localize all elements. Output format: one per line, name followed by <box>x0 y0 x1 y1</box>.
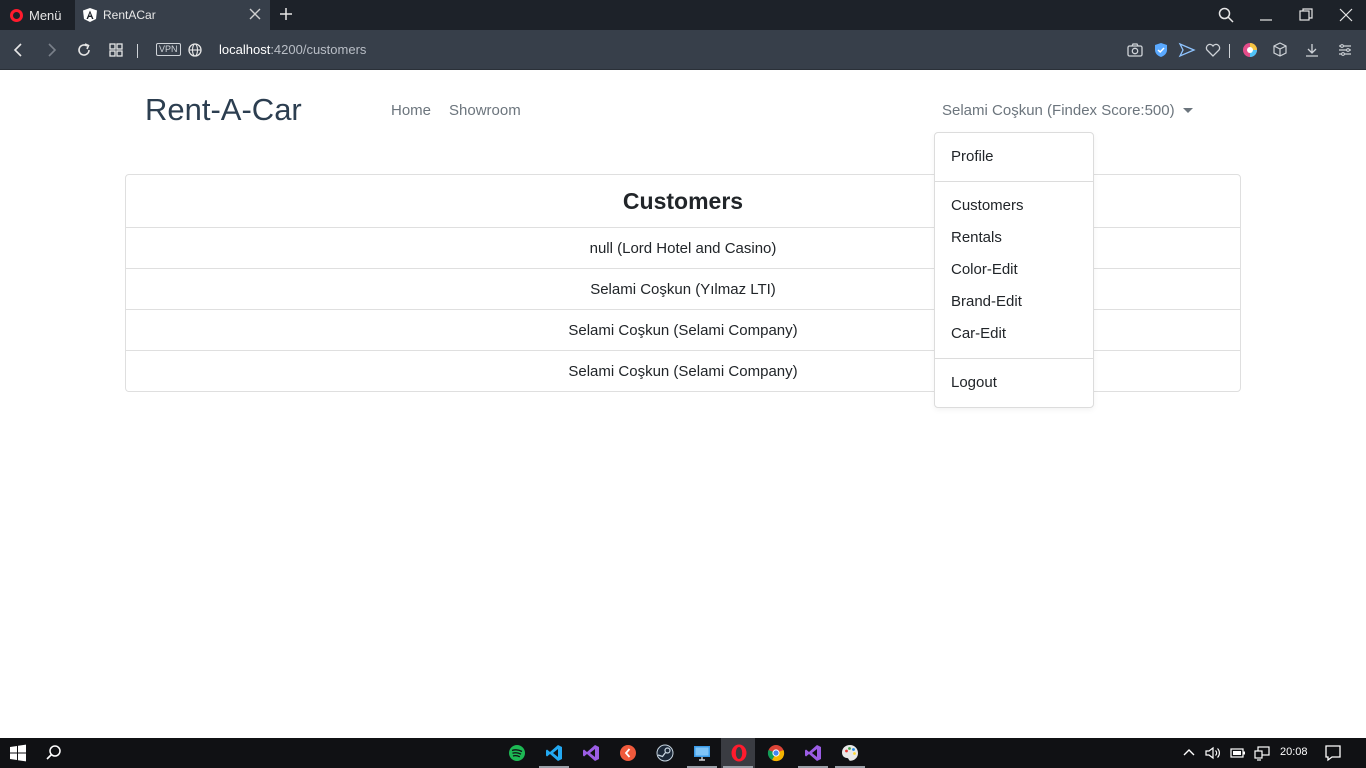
opera-menu-button[interactable]: Menü <box>0 0 74 30</box>
dropdown-item-brand-edit[interactable]: Brand-Edit <box>951 293 1022 310</box>
extensions-cube-icon[interactable] <box>1271 41 1289 59</box>
forward-icon[interactable] <box>42 41 60 59</box>
vpn-badge[interactable]: VPN <box>156 43 181 56</box>
address-bar: VPN localhost:4200/customers <box>0 30 1366 70</box>
paint-icon[interactable] <box>840 743 860 763</box>
user-dropdown-toggle[interactable]: Selami Coşkun (Findex Score:500) <box>942 102 1193 119</box>
visual-studio-icon[interactable] <box>803 743 823 763</box>
chevron-up-icon[interactable] <box>1180 744 1198 762</box>
dropdown-item-logout[interactable]: Logout <box>951 374 997 391</box>
volume-icon[interactable] <box>1204 744 1222 762</box>
user-label: Selami Coşkun (Findex Score:500) <box>942 102 1175 119</box>
back-icon[interactable] <box>10 41 28 59</box>
nav-link-home[interactable]: Home <box>391 102 431 119</box>
notifications-icon[interactable] <box>1323 744 1343 762</box>
dropdown-divider <box>935 181 1093 182</box>
page-content: Rent-A-Car Home Showroom Selami Coşkun (… <box>0 70 1366 738</box>
browser-tab-active[interactable]: RentACar <box>75 0 270 30</box>
dropdown-item-profile[interactable]: Profile <box>951 148 994 165</box>
send-icon[interactable] <box>1178 41 1196 59</box>
dropdown-item-color-edit[interactable]: Color-Edit <box>951 261 1018 278</box>
steam-icon[interactable] <box>655 743 675 763</box>
dropdown-item-car-edit[interactable]: Car-Edit <box>951 325 1006 342</box>
toolbar-divider <box>137 44 138 58</box>
spotify-icon[interactable] <box>507 743 527 763</box>
restore-icon[interactable] <box>1297 6 1315 24</box>
visual-studio-icon[interactable] <box>581 743 601 763</box>
monitor-icon[interactable] <box>692 743 712 763</box>
easy-setup-menu-icon[interactable] <box>1336 41 1354 59</box>
nav-link-showroom[interactable]: Showroom <box>449 102 521 119</box>
tab-close-icon[interactable] <box>248 7 262 21</box>
caret-down-icon <box>1182 108 1193 113</box>
close-window-icon[interactable] <box>1337 6 1355 24</box>
speed-dial-icon[interactable] <box>107 41 125 59</box>
menu-label: Menü <box>29 7 62 23</box>
vscode-icon[interactable] <box>544 743 564 763</box>
url-path: :4200/customers <box>270 42 367 57</box>
angular-favicon-icon <box>83 8 97 22</box>
user-dropdown-menu: Profile Customers Rentals Color-Edit Bra… <box>934 132 1094 408</box>
windows-start-icon[interactable] <box>8 743 28 763</box>
minimize-icon[interactable] <box>1257 6 1275 24</box>
easy-setup-icon[interactable] <box>1241 41 1259 59</box>
chrome-icon[interactable] <box>766 743 786 763</box>
downloads-icon[interactable] <box>1303 41 1321 59</box>
dropdown-item-customers[interactable]: Customers <box>951 197 1024 214</box>
search-icon[interactable] <box>44 743 64 763</box>
search-tabs-icon[interactable] <box>1217 6 1235 24</box>
brand-logo[interactable]: Rent-A-Car <box>145 92 302 128</box>
tab-title: RentACar <box>103 8 156 22</box>
ad-blocker-shield-icon[interactable] <box>1152 41 1170 59</box>
battery-icon[interactable] <box>1229 744 1247 762</box>
opera-logo-icon <box>10 8 23 22</box>
opera-icon[interactable] <box>729 743 749 763</box>
globe-icon[interactable] <box>186 41 204 59</box>
dropdown-item-rentals[interactable]: Rentals <box>951 229 1002 246</box>
reload-icon[interactable] <box>75 41 93 59</box>
new-tab-icon[interactable] <box>278 6 294 22</box>
toolbar-divider <box>1229 44 1230 58</box>
heart-icon[interactable] <box>1204 41 1222 59</box>
snapshot-icon[interactable] <box>1126 41 1144 59</box>
dropdown-divider <box>935 358 1093 359</box>
windows-taskbar: 20:08 <box>0 738 1366 768</box>
network-icon[interactable] <box>1253 744 1271 762</box>
url-field[interactable]: localhost:4200/customers <box>219 42 366 57</box>
taskbar-clock[interactable]: 20:08 <box>1280 746 1308 758</box>
url-host: localhost <box>219 42 271 57</box>
git-icon[interactable] <box>618 743 638 763</box>
